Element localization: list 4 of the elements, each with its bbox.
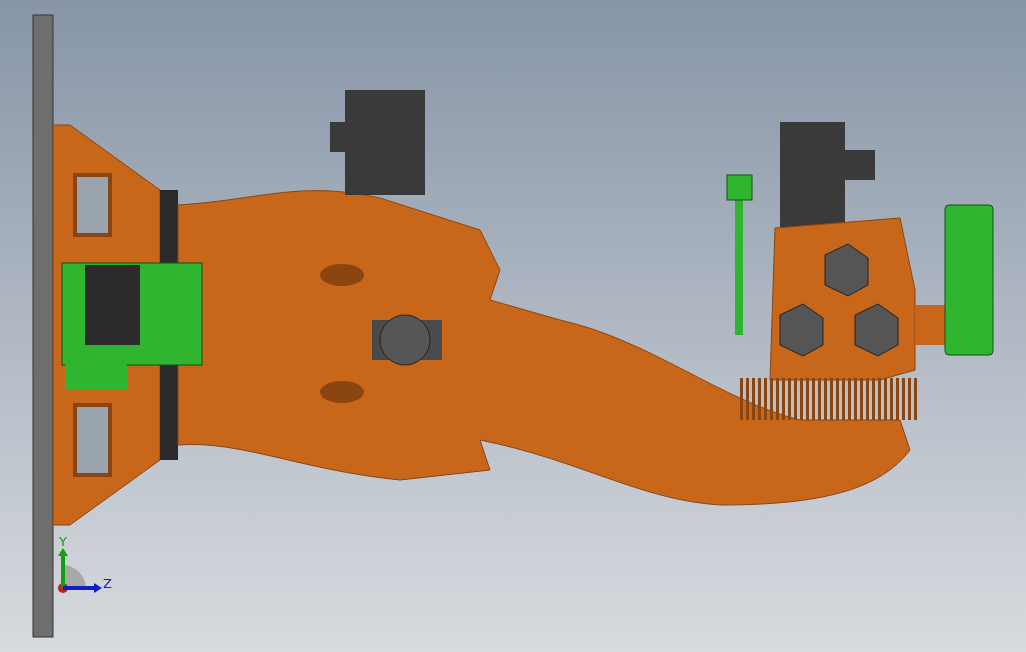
origin-icon bbox=[58, 583, 68, 593]
axis-label: Y bbox=[59, 534, 67, 549]
triad-arc-icon bbox=[63, 565, 86, 588]
axis-label: Z bbox=[103, 576, 112, 591]
